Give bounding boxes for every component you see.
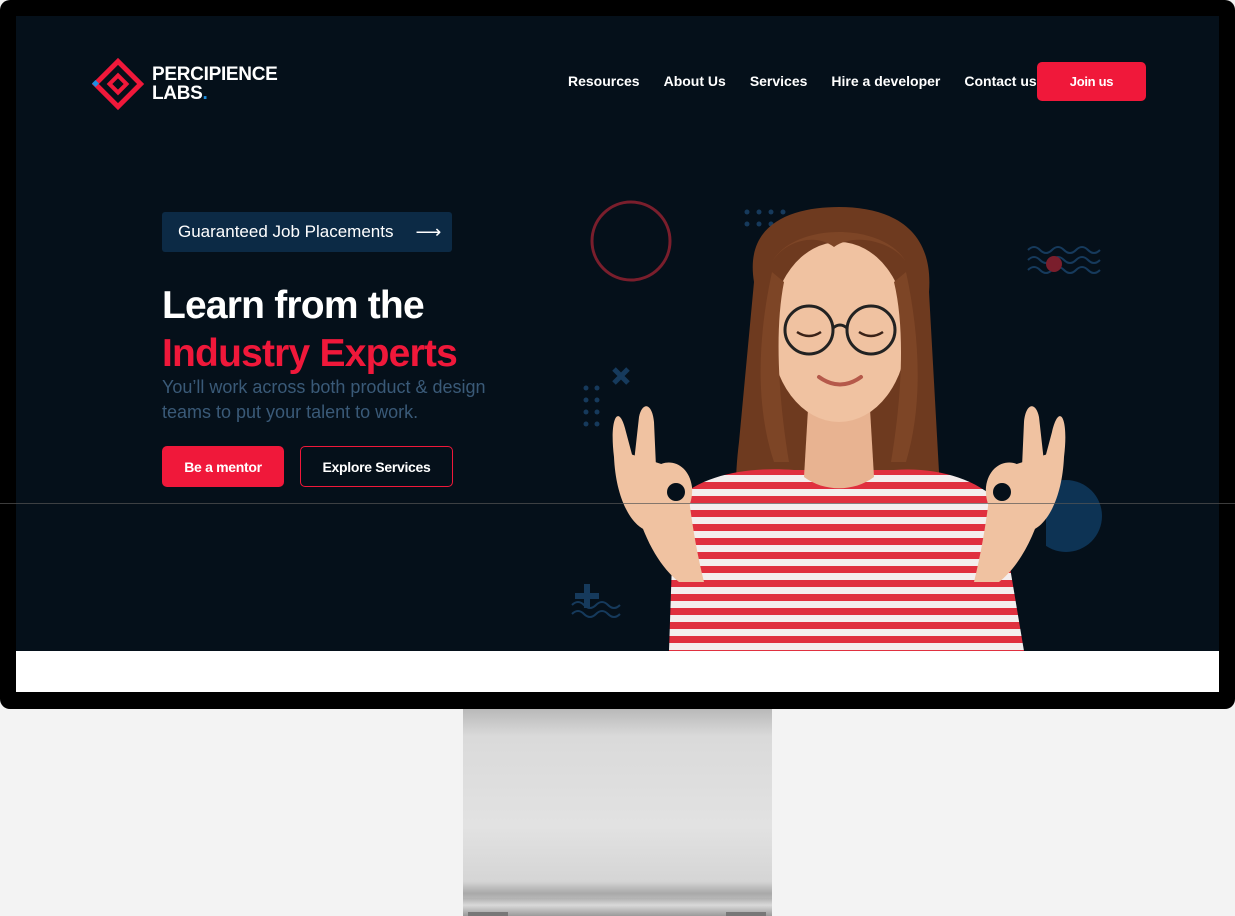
diamond-logo-icon (91, 57, 145, 111)
badge-label: Guaranteed Job Placements (178, 222, 394, 241)
horizontal-guide-line (0, 503, 1235, 504)
hero-heading-line-1: Learn from the (162, 284, 425, 327)
screen-lower-white-band (16, 651, 1219, 692)
join-us-button[interactable]: Join us (1037, 62, 1146, 101)
nav-item-resources[interactable]: Resources (568, 73, 640, 89)
nav-item-about-us[interactable]: About Us (664, 73, 726, 89)
nav-item-services[interactable]: Services (750, 73, 808, 89)
monitor-stand-foot-right (726, 912, 766, 916)
hero-woman-image (612, 207, 1066, 651)
nav-item-hire-developer[interactable]: Hire a developer (831, 73, 940, 89)
monitor-frame: PERCIPIENCE LABS. Resources About Us Ser… (0, 0, 1235, 709)
brand-line-1: PERCIPIENCE (152, 64, 278, 85)
monitor-stand (463, 709, 772, 905)
brand-logo[interactable]: PERCIPIENCE LABS. (90, 56, 278, 112)
hero-heading-line-2: Industry Experts (162, 332, 458, 375)
job-placement-badge[interactable]: Guaranteed Job Placements ⟶ (162, 212, 452, 252)
hero-subtext: You’ll work across both product & design… (162, 377, 486, 422)
nav-item-contact-us[interactable]: Contact us (964, 73, 1036, 89)
explore-services-button[interactable]: Explore Services (300, 446, 453, 487)
arrow-right-icon: ⟶ (415, 221, 442, 242)
main-nav: Resources About Us Services Hire a devel… (568, 73, 1061, 89)
brand-dot: . (202, 83, 208, 104)
website-screen: PERCIPIENCE LABS. Resources About Us Ser… (16, 16, 1219, 692)
brand-name: PERCIPIENCE LABS. (152, 65, 278, 103)
be-a-mentor-button[interactable]: Be a mentor (162, 446, 284, 487)
hero-heading: Learn from the Industry Experts (162, 282, 458, 378)
monitor-stand-foot-left (468, 912, 508, 916)
brand-line-2: LABS (152, 83, 203, 104)
